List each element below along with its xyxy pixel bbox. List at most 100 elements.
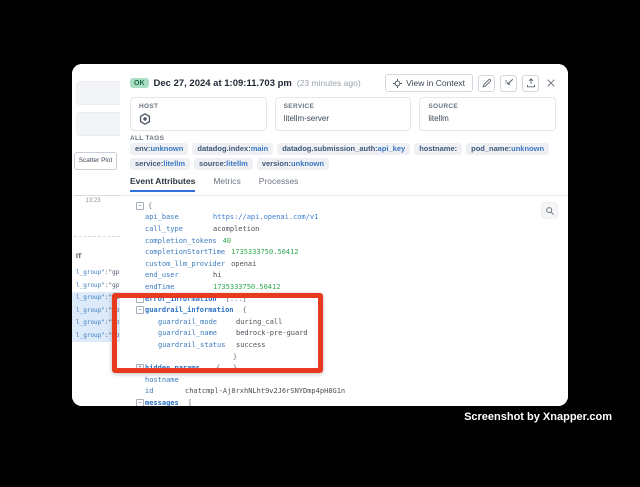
attribute-key: call_type: [145, 225, 207, 233]
close-button[interactable]: [544, 75, 558, 92]
tag-key: hostname: [419, 144, 454, 153]
pencil-icon: [482, 78, 492, 88]
column-header: IT: [76, 253, 82, 260]
tag-value: unknown: [511, 144, 544, 153]
workflow-icon: [504, 78, 514, 88]
background-panel: [76, 81, 121, 105]
row-value: :"gpt-4o: [105, 269, 120, 276]
tag-pill[interactable]: service:litellm: [130, 158, 190, 170]
result-row[interactable]: l_group":"gpt-4o: [72, 267, 120, 280]
summary-card: SERVICE litellm-server: [275, 97, 412, 131]
export-icon: [526, 78, 536, 88]
attribute-key: hostname: [145, 376, 179, 384]
tag-list: env:unknown datadog.index:main datadog.s…: [130, 143, 552, 170]
annotation-red-box: [112, 293, 323, 373]
view-in-context-label: View in Context: [406, 78, 465, 88]
tag-value: litellm: [163, 159, 185, 168]
tab-divider: [120, 195, 568, 196]
scatter-plot-button[interactable]: Scatter Plot: [74, 152, 117, 170]
tag-key: version: [262, 159, 289, 168]
row-key: l_group": [76, 282, 105, 289]
summary-card-label: HOST: [139, 103, 258, 110]
attribute-row: {: [128, 200, 542, 212]
tag-key: env: [135, 144, 148, 153]
tab-label: Metrics: [213, 176, 240, 186]
watermark: Screenshot by Xnapper.com: [464, 411, 612, 423]
tag-pill[interactable]: datadog.submission_auth:api_key: [277, 143, 410, 155]
attribute-punct: [: [188, 399, 192, 406]
all-tags-label: ALL TAGS: [130, 135, 164, 142]
export-button[interactable]: [522, 75, 539, 92]
event-header: OK Dec 27, 2024 at 1:09:11.703 pm (23 mi…: [130, 73, 558, 93]
attribute-row: completion_tokens 40: [128, 235, 542, 247]
attribute-value: https://api.openai.com/v1: [213, 213, 318, 221]
background-panel: [76, 112, 121, 136]
attribute-row: end_user hi: [128, 270, 542, 282]
attribute-row: custom_llm_provider openai: [128, 258, 542, 270]
tag-key: datadog.submission_auth: [282, 144, 375, 153]
attribute-key: api_base: [145, 213, 207, 221]
tab-label: Event Attributes: [130, 176, 195, 186]
screenshot-background: Scatter Plot 13:23 IT l_group":"gpt-4o l…: [0, 0, 640, 487]
summary-card-value: litellm-server: [284, 114, 403, 123]
tag-value: unknown: [291, 159, 324, 168]
expander-icon[interactable]: [136, 202, 145, 210]
attribute-key: custom_llm_provider: [145, 260, 225, 268]
relative-time: (23 minutes ago): [297, 78, 361, 88]
tag-value: litellm: [226, 159, 248, 168]
row-key: l_group": [76, 319, 105, 326]
attribute-value: 40: [223, 237, 231, 245]
tag-pill[interactable]: pod_name:unknown: [466, 143, 549, 155]
host-hexagon-icon: [139, 112, 258, 130]
attribute-value: 1735333750.50412: [231, 248, 298, 256]
tag-value: main: [251, 144, 269, 153]
row-value: :"gpt-4o: [105, 282, 120, 289]
tab-label: Processes: [259, 176, 299, 186]
tab-bar: Event Attributes Metrics Processes: [130, 176, 298, 192]
summary-card-value: litellm: [428, 114, 547, 123]
attribute-row: messages [: [128, 397, 542, 406]
edit-button[interactable]: [478, 75, 495, 92]
expander-icon[interactable]: [136, 399, 145, 406]
crosshair-icon: [393, 79, 402, 88]
tag-pill[interactable]: source:litellm: [194, 158, 253, 170]
tag-pill[interactable]: hostname:: [414, 143, 462, 155]
attribute-value: openai: [231, 260, 256, 268]
tag-pill[interactable]: env:unknown: [130, 143, 188, 155]
tag-key: pod_name: [471, 144, 509, 153]
axis-tick-label: 13:23: [72, 198, 114, 204]
attribute-row: completionStartTime 1735333750.50412: [128, 246, 542, 258]
search-attributes-button[interactable]: [541, 202, 558, 219]
attribute-key: messages: [145, 399, 179, 406]
attribute-key: completionStartTime: [145, 248, 225, 256]
result-row[interactable]: l_group":"gpt-4o: [72, 280, 120, 293]
tab[interactable]: Processes: [259, 176, 299, 192]
summary-card: SOURCE litellm: [419, 97, 556, 131]
attribute-row: api_base https://api.openai.com/v1: [128, 212, 542, 224]
tag-value: api_key: [378, 144, 406, 153]
chart-axis-line: [74, 195, 120, 196]
summary-card: HOST: [130, 97, 267, 131]
attribute-key: completion_tokens: [145, 237, 217, 245]
tab[interactable]: Metrics: [213, 176, 240, 192]
dashed-divider: [74, 236, 120, 237]
attribute-key: end_user: [145, 271, 207, 279]
attribute-value: chatcmpl-Aj8rxhNLht9v2J6rSNYDmp4pH8G1n: [185, 387, 345, 395]
attribute-row: hostname: [128, 374, 542, 386]
view-in-context-button[interactable]: View in Context: [385, 74, 473, 92]
summary-cards: HOST SERVICE: [130, 97, 556, 131]
attribute-punct: {: [148, 202, 152, 210]
tag-pill[interactable]: datadog.index:main: [192, 143, 273, 155]
row-key: l_group": [76, 294, 105, 301]
summary-card-label: SOURCE: [428, 103, 547, 110]
attribute-value: hi: [213, 271, 221, 279]
tab[interactable]: Event Attributes: [130, 176, 195, 192]
attribute-value: 1735333750.50412: [213, 283, 280, 291]
event-timestamp: Dec 27, 2024 at 1:09:11.703 pm: [154, 78, 292, 89]
tag-pill[interactable]: version:unknown: [257, 158, 329, 170]
attribute-row: id chatcmpl-Aj8rxhNLht9v2J6rSNYDmp4pH8G1…: [128, 386, 542, 398]
workflow-button[interactable]: [500, 75, 517, 92]
tag-value: unknown: [150, 144, 183, 153]
tag-key: source: [199, 159, 224, 168]
attribute-key: endTime: [145, 283, 207, 291]
